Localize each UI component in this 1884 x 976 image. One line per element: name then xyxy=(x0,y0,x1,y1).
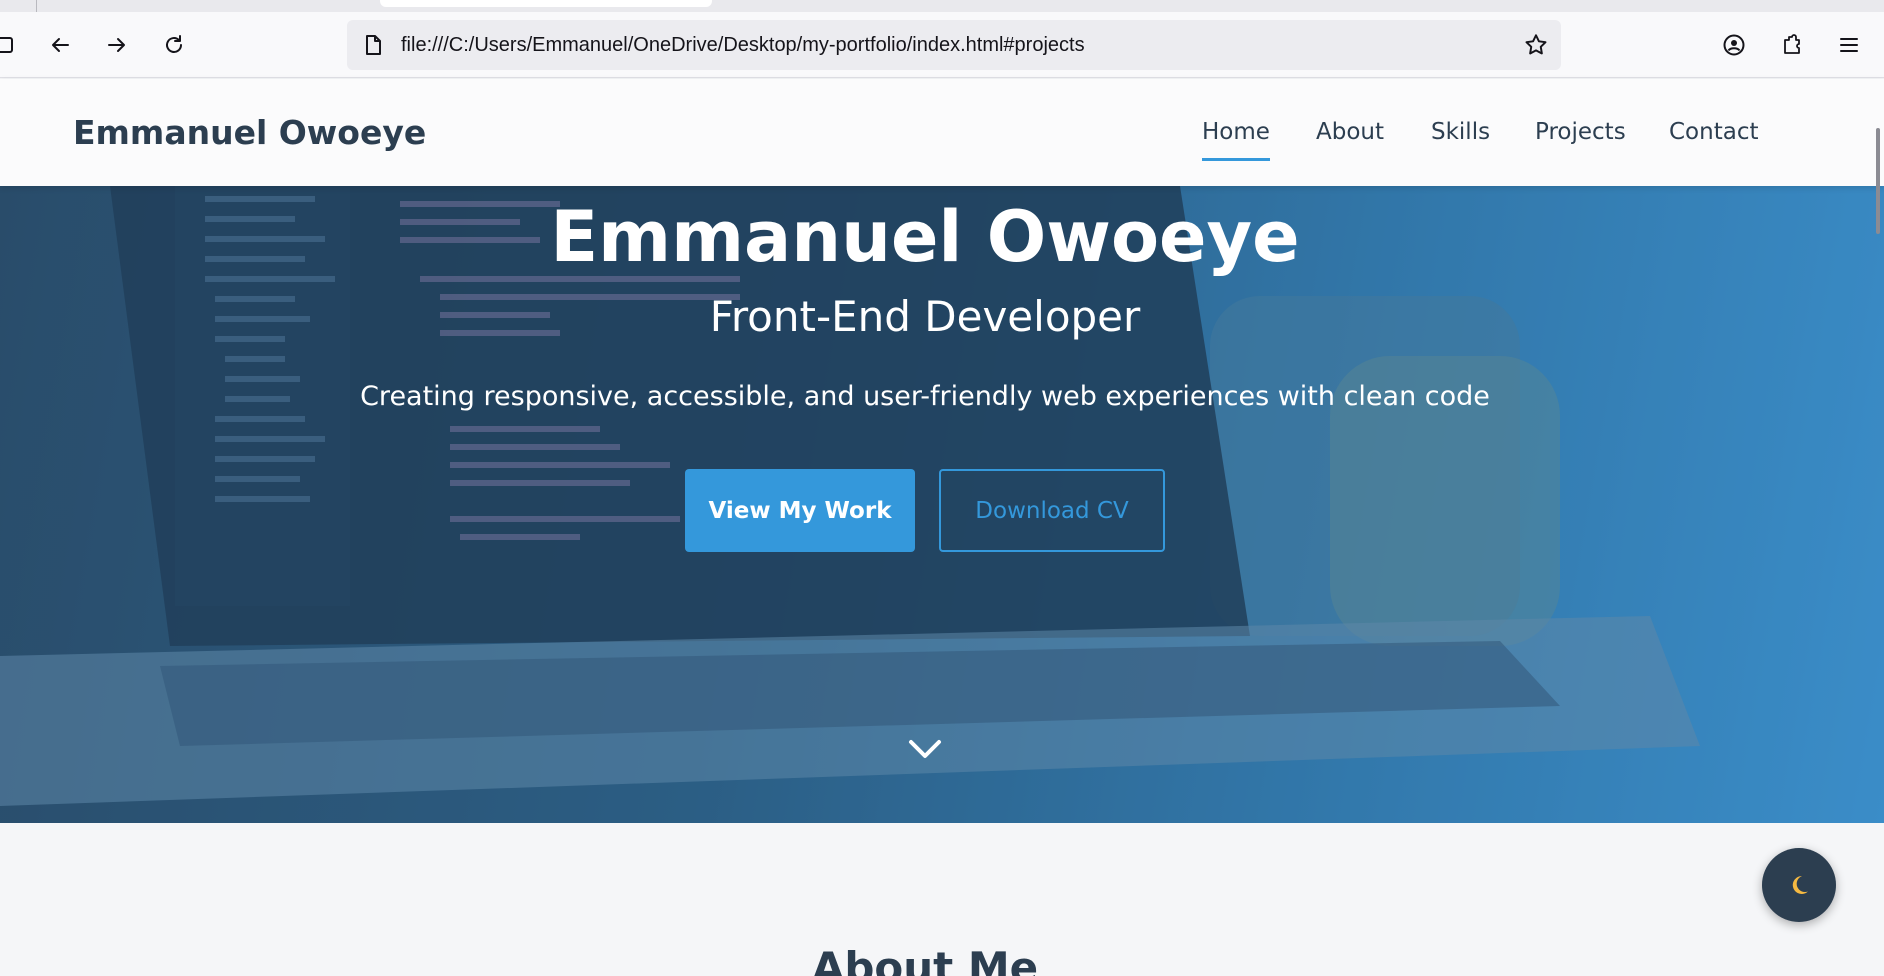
address-bar[interactable]: file:///C:/Users/Emmanuel/OneDrive/Deskt… xyxy=(347,20,1561,70)
download-cv-button[interactable]: Download CV xyxy=(939,469,1165,552)
page-scrollbar[interactable] xyxy=(1876,128,1880,234)
url-text[interactable]: file:///C:/Users/Emmanuel/OneDrive/Deskt… xyxy=(401,20,1085,70)
site-navbar: Emmanuel Owoeye Home About Skills Projec… xyxy=(0,79,1884,186)
browser-toolbar: file:///C:/Users/Emmanuel/OneDrive/Deskt… xyxy=(0,12,1884,78)
hero-subtitle: Front-End Developer xyxy=(709,292,1141,341)
page-icon xyxy=(366,35,381,55)
chevron-down-icon[interactable] xyxy=(906,734,944,764)
extensions-icon[interactable] xyxy=(1775,28,1809,62)
nav-link-about[interactable]: About xyxy=(1316,79,1384,186)
forward-icon[interactable] xyxy=(100,28,134,62)
nav-link-contact[interactable]: Contact xyxy=(1669,79,1758,186)
nav-link-projects[interactable]: Projects xyxy=(1535,79,1626,186)
menu-icon[interactable] xyxy=(1832,28,1866,62)
tab-strip xyxy=(0,0,1884,12)
active-tab[interactable] xyxy=(380,0,712,7)
reload-icon[interactable] xyxy=(157,28,191,62)
nav-link-skills[interactable]: Skills xyxy=(1431,79,1490,186)
hero-section: Emmanuel Owoeye Front-End Developer Crea… xyxy=(0,186,1884,823)
sidebar-icon[interactable] xyxy=(0,28,22,62)
hero-title: Emmanuel Owoeye xyxy=(550,196,1300,278)
tab-divider xyxy=(36,0,37,12)
about-title: About Me xyxy=(811,943,1039,976)
brand-logo[interactable]: Emmanuel Owoeye xyxy=(73,79,426,186)
account-icon[interactable] xyxy=(1717,28,1751,62)
theme-toggle-button[interactable] xyxy=(1762,848,1836,922)
view-my-work-button[interactable]: View My Work xyxy=(685,469,915,552)
moon-icon xyxy=(1792,875,1808,894)
bookmark-star-icon[interactable] xyxy=(1523,32,1549,58)
nav-link-home[interactable]: Home xyxy=(1202,79,1270,186)
hero-description: Creating responsive, accessible, and use… xyxy=(360,381,1490,412)
back-icon[interactable] xyxy=(43,28,77,62)
about-section: About Me xyxy=(0,823,1884,976)
